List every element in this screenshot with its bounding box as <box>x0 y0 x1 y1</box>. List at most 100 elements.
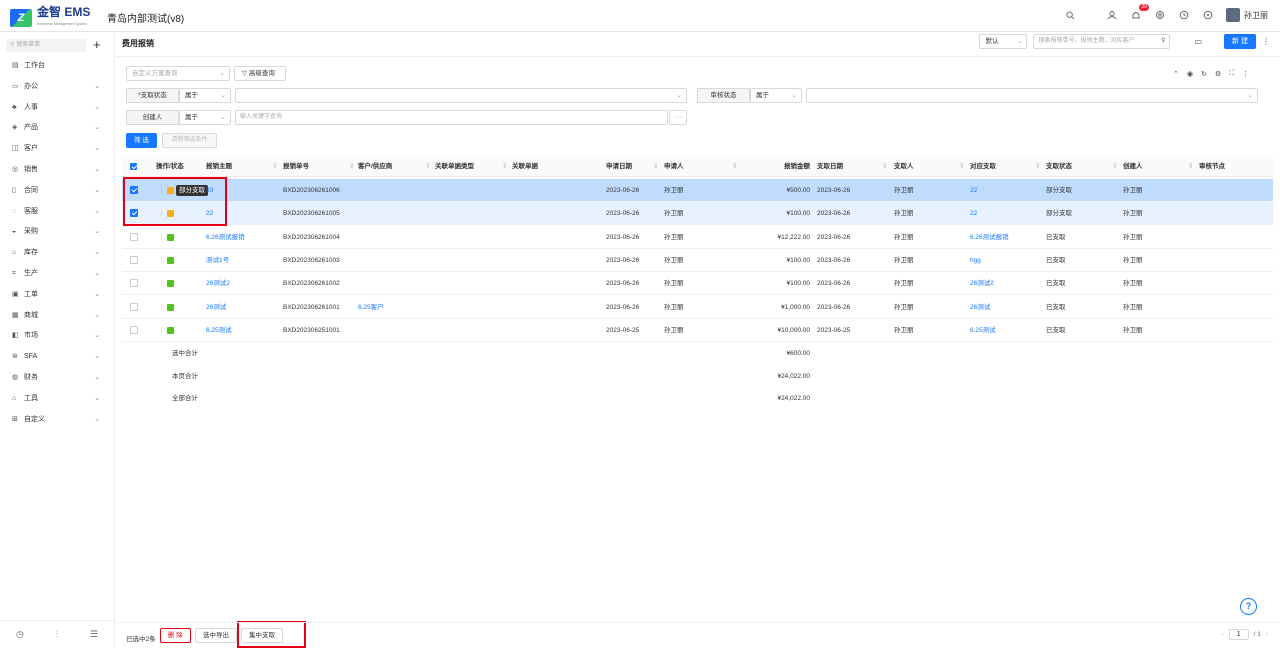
subject-link[interactable]: 26测试 <box>206 296 226 319</box>
bell-icon[interactable]: 20 <box>1130 4 1149 21</box>
column-header[interactable]: 报销金额 <box>760 157 810 177</box>
user-menu[interactable]: 孙卫丽 <box>1226 8 1268 22</box>
sort-icon[interactable]: ⇕ <box>882 157 887 177</box>
logo[interactable]: Z 金智 EMS Enterprise Management System <box>10 6 90 30</box>
collapse-menu-icon[interactable]: ☰ <box>90 629 98 640</box>
column-header[interactable]: 关联单据类型 <box>435 157 474 177</box>
pay-reference-link[interactable]: 6.26测试报销 <box>970 226 1009 249</box>
table-row[interactable]: ⋮ 部分支取 33 BXD202306261006 2023-06-26 孙卫丽 ¥500.… <box>122 179 1273 202</box>
sidebar-item-5[interactable]: ◎ 销售 ⌄ <box>0 159 114 180</box>
column-header[interactable]: 申请人 <box>664 157 684 177</box>
contacts-icon[interactable] <box>1106 9 1118 21</box>
column-header[interactable]: 支取日期 <box>817 157 843 177</box>
column-header[interactable]: 支取状态 <box>1046 157 1072 177</box>
play-icon[interactable]: ◉ <box>1187 70 1193 78</box>
subject-link[interactable]: 6.25测试 <box>206 319 232 342</box>
more-vertical-icon[interactable]: ⋮ <box>1242 70 1249 78</box>
delete-button[interactable]: 删 除 <box>160 628 191 643</box>
audit-status-value[interactable]: ⌄ <box>806 88 1258 103</box>
sliders-icon[interactable]: ⫶ <box>56 629 58 640</box>
table-row[interactable]: ⋮ 26测试2 BXD202306261002 2023-06-26 孙卫丽 ¥100.0… <box>122 272 1273 296</box>
pay-reference-link[interactable]: 26测试2 <box>970 272 994 295</box>
table-row[interactable]: ⋮ 6.25测试 BXD202306251001 2023-06-25 孙卫丽 ¥10,0… <box>122 319 1273 342</box>
prev-page-icon[interactable]: ‹ <box>1222 631 1224 638</box>
table-row[interactable]: ⋮ 6.26测试报销 BXD202306261004 2023-06-26 孙卫丽 ¥12… <box>122 226 1273 249</box>
pay-reference-link[interactable]: 6.25测试 <box>970 319 996 342</box>
row-checkbox[interactable] <box>130 302 138 311</box>
creator-operator[interactable]: 属于 ⌄ <box>179 110 231 125</box>
clear-filter-button[interactable]: 清除筛选条件 <box>162 133 217 148</box>
table-row[interactable]: ⋮ 26测试 BXD202306261001 6.25客户 2023-06-26 孙卫丽 ¥… <box>122 296 1273 319</box>
audit-status-operator[interactable]: 属于 ⌄ <box>750 88 802 103</box>
sidebar-item-12[interactable]: ▦ 商城 ⌄ <box>0 305 114 326</box>
export-selected-button[interactable]: 选中导出 <box>195 628 237 643</box>
sidebar-item-13[interactable]: ◧ 市场 ⌄ <box>0 325 114 346</box>
more-menu-icon[interactable]: ⋮ <box>1262 37 1270 46</box>
search-icon[interactable]: ⚲ <box>1161 35 1165 48</box>
pay-reference-link[interactable]: 22 <box>970 202 977 225</box>
sort-icon[interactable]: ⇕ <box>425 157 430 177</box>
row-checkbox[interactable] <box>130 232 138 241</box>
sidebar-item-17[interactable]: ⊞ 自定义 ⌄ <box>0 409 114 430</box>
column-header[interactable]: 创建人 <box>1123 157 1143 177</box>
table-row[interactable]: ⋮ 测试1号 BXD202306261003 2023-06-26 孙卫丽 ¥100.00… <box>122 249 1273 272</box>
sidebar-item-11[interactable]: ▣ 工单 ⌄ <box>0 284 114 305</box>
sidebar-item-14[interactable]: ⊛ SFA ⌄ <box>0 346 114 367</box>
sort-icon[interactable]: ⇕ <box>653 157 658 177</box>
add-menu-button[interactable]: + <box>93 37 101 52</box>
ellipsis-button[interactable]: ··· <box>669 110 687 125</box>
column-header[interactable]: 审核节点 <box>1199 157 1225 177</box>
column-header[interactable]: 操作/状态 <box>156 157 184 177</box>
row-checkbox[interactable] <box>130 279 138 288</box>
table-row[interactable]: ⋮ 22 BXD202306261005 2023-06-26 孙卫丽 ¥100.00 20… <box>122 202 1273 226</box>
settings-icon[interactable]: ⚙ <box>1215 70 1221 78</box>
monitor-icon[interactable]: ▭ <box>1194 37 1202 46</box>
view-select[interactable]: 默认 ⌄ <box>979 34 1028 49</box>
sidebar-item-1[interactable]: ▭ 办公 ⌄ <box>0 76 114 97</box>
column-header[interactable]: 报销主题 <box>206 157 232 177</box>
column-header[interactable]: 支取人 <box>894 157 914 177</box>
search-icon[interactable] <box>1064 9 1076 21</box>
sort-icon[interactable]: ⇕ <box>502 157 507 177</box>
customer-link[interactable]: 6.25客户 <box>358 296 384 319</box>
next-page-icon[interactable]: › <box>1266 631 1268 638</box>
sidebar-item-0[interactable]: ▤ 工作台 <box>0 55 114 76</box>
fullscreen-icon[interactable]: ⛶ <box>1229 70 1234 78</box>
row-actions-icon[interactable]: ⋮ <box>158 249 165 272</box>
sort-icon[interactable]: ⇕ <box>732 157 737 177</box>
subject-link[interactable]: 6.26测试报销 <box>206 226 245 249</box>
sidebar-item-15[interactable]: ◍ 财务 ⌄ <box>0 367 114 388</box>
subject-link[interactable]: 26测试2 <box>206 272 230 295</box>
page-search-input[interactable]: 搜索报销单号、报销主题、对应客户 ⚲ <box>1033 34 1171 49</box>
sidebar-item-9[interactable]: ⌂ 库存 ⌄ <box>0 242 114 263</box>
sidebar-item-8[interactable]: ◒ 采购 ⌄ <box>0 221 114 242</box>
row-checkbox[interactable] <box>130 325 138 334</box>
row-actions-icon[interactable]: ⋮ <box>158 319 165 342</box>
page-input[interactable]: 1 <box>1228 629 1249 640</box>
row-actions-icon[interactable]: ⋮ <box>158 296 165 319</box>
sort-icon[interactable]: ⇕ <box>1188 157 1193 177</box>
sort-icon[interactable]: ⇕ <box>1035 157 1040 177</box>
sort-icon[interactable]: ⇕ <box>272 157 277 177</box>
pay-reference-link[interactable]: 22 <box>970 179 977 202</box>
refresh-icon[interactable]: ↻ <box>1201 70 1207 78</box>
pay-reference-link[interactable]: hgg <box>970 249 981 272</box>
clock-icon[interactable] <box>1178 9 1190 21</box>
column-header[interactable]: 对应支取 <box>970 157 996 177</box>
column-header[interactable]: 客户/供应商 <box>358 157 392 177</box>
column-header[interactable]: 报销单号 <box>283 157 309 177</box>
sidebar-item-16[interactable]: ⌂ 工具 ⌄ <box>0 388 114 409</box>
row-actions-icon[interactable]: ⋮ <box>158 272 165 295</box>
scheme-select[interactable]: 自定义方案查询 ⌄ <box>126 66 230 81</box>
sort-icon[interactable]: ⇕ <box>959 157 964 177</box>
sidebar-item-6[interactable]: ▯ 合同 ⌄ <box>0 180 114 201</box>
help-float-button[interactable]: ? <box>1240 598 1257 615</box>
menu-search-input[interactable]: ⚲ 搜索菜单 <box>6 39 86 52</box>
row-actions-icon[interactable]: ⋮ <box>158 226 165 249</box>
sort-icon[interactable]: ⇕ <box>349 157 354 177</box>
sidebar-item-3[interactable]: ◈ 产品 ⌄ <box>0 117 114 138</box>
advanced-query-button[interactable]: ▽ 高级查询 <box>234 66 286 81</box>
new-button[interactable]: 新 建 <box>1224 34 1256 49</box>
filter-button[interactable]: 筛 选 <box>126 133 157 148</box>
row-checkbox[interactable] <box>130 255 138 264</box>
